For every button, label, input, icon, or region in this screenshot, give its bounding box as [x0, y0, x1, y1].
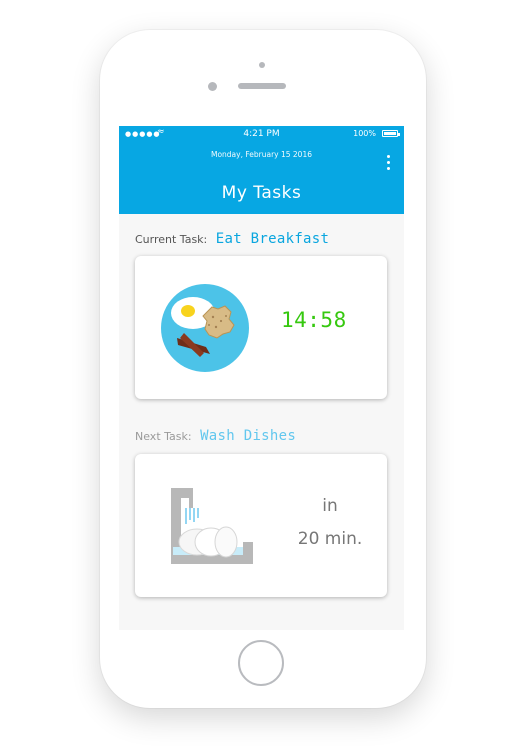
countdown-timer: 14:58: [281, 308, 347, 332]
page-title: My Tasks: [221, 183, 302, 203]
battery-percentage: 100%: [353, 129, 376, 138]
date-text: Monday, February 15 2016: [210, 150, 312, 159]
current-task-row: Current Task: Eat Breakfast: [135, 231, 329, 247]
in-label: in: [322, 496, 338, 516]
front-camera: [259, 62, 265, 68]
next-task-countdown: in 20 min.: [275, 490, 385, 556]
sensor-dot: [208, 82, 217, 91]
current-task-card[interactable]: 14:58: [135, 256, 387, 399]
next-task-duration: 20 min.: [297, 529, 363, 549]
earpiece-speaker: [238, 83, 286, 89]
next-task-name: Wash Dishes: [200, 428, 297, 444]
next-task-row: Next Task: Wash Dishes: [135, 428, 296, 444]
screen: ●●●●● ≈ 4:21 PM 100% Monday, February 15…: [119, 126, 404, 630]
battery-icon: [382, 130, 400, 137]
home-button[interactable]: [238, 640, 284, 686]
more-vertical-icon[interactable]: [387, 152, 390, 173]
next-task-label: Next Task:: [135, 430, 192, 443]
dishes-sink-icon: [171, 488, 253, 564]
status-bar: ●●●●● ≈ 4:21 PM 100%: [119, 126, 404, 142]
phone-frame: ●●●●● ≈ 4:21 PM 100% Monday, February 15…: [100, 30, 426, 708]
app-bar: ●●●●● ≈ 4:21 PM 100% Monday, February 15…: [119, 126, 404, 214]
next-task-card[interactable]: in 20 min.: [135, 454, 387, 597]
current-task-name: Eat Breakfast: [215, 231, 330, 247]
current-task-label: Current Task:: [135, 233, 208, 246]
task-content: Current Task: Eat Breakfast 14:58 Next T…: [119, 214, 404, 630]
breakfast-plate-icon: [161, 284, 249, 372]
